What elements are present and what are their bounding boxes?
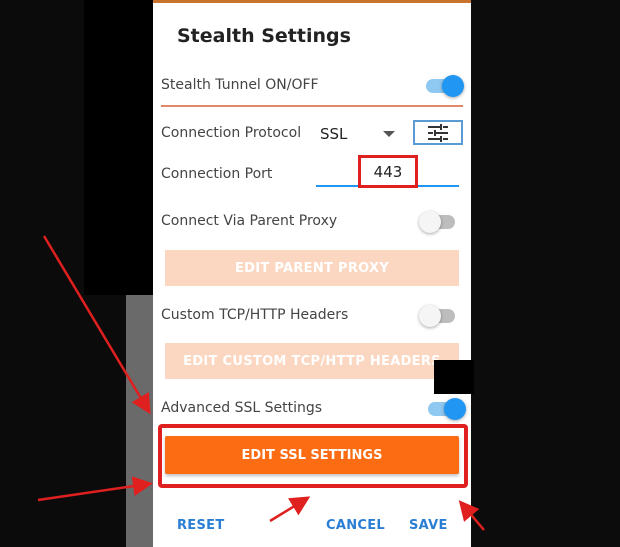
chevron-down-icon[interactable] xyxy=(383,131,395,137)
switch-knob xyxy=(419,305,441,327)
redaction-block-left xyxy=(84,0,154,295)
switch-knob xyxy=(442,75,464,97)
edit-ssl-settings-button[interactable]: EDIT SSL SETTINGS xyxy=(165,436,459,474)
protocol-select[interactable]: SSL xyxy=(320,125,347,143)
edit-parent-proxy-button[interactable]: EDIT PARENT PROXY xyxy=(165,250,459,286)
dialog-title: Stealth Settings xyxy=(177,25,351,47)
cancel-button[interactable]: CANCEL xyxy=(326,518,385,533)
background-strip xyxy=(126,295,154,547)
edit-custom-headers-button[interactable]: EDIT CUSTOM TCP/HTTP HEADERS xyxy=(165,343,459,379)
stealth-settings-dialog: Stealth Settings Stealth Tunnel ON/OFF C… xyxy=(153,0,471,547)
redaction-block-right xyxy=(434,360,474,394)
custom-headers-label: Custom TCP/HTTP Headers xyxy=(161,307,349,323)
tune-sliders-icon xyxy=(428,123,448,142)
stealth-tunnel-label: Stealth Tunnel ON/OFF xyxy=(161,77,319,93)
save-button[interactable]: SAVE xyxy=(409,518,448,533)
background-right xyxy=(470,0,620,547)
divider xyxy=(161,105,463,107)
parent-proxy-label: Connect Via Parent Proxy xyxy=(161,213,338,229)
connection-port-label: Connection Port xyxy=(161,166,273,182)
connection-port-input[interactable]: 443 xyxy=(358,155,418,188)
advanced-ssl-switch[interactable] xyxy=(428,398,466,420)
switch-knob xyxy=(444,398,466,420)
advanced-ssl-label: Advanced SSL Settings xyxy=(161,400,323,416)
connection-protocol-label: Connection Protocol xyxy=(161,125,302,141)
switch-knob xyxy=(419,211,441,233)
protocol-settings-button[interactable] xyxy=(413,120,463,145)
reset-button[interactable]: RESET xyxy=(177,518,225,533)
stealth-tunnel-switch[interactable] xyxy=(426,75,464,97)
parent-proxy-switch[interactable] xyxy=(419,211,455,233)
custom-headers-switch[interactable] xyxy=(419,305,455,327)
